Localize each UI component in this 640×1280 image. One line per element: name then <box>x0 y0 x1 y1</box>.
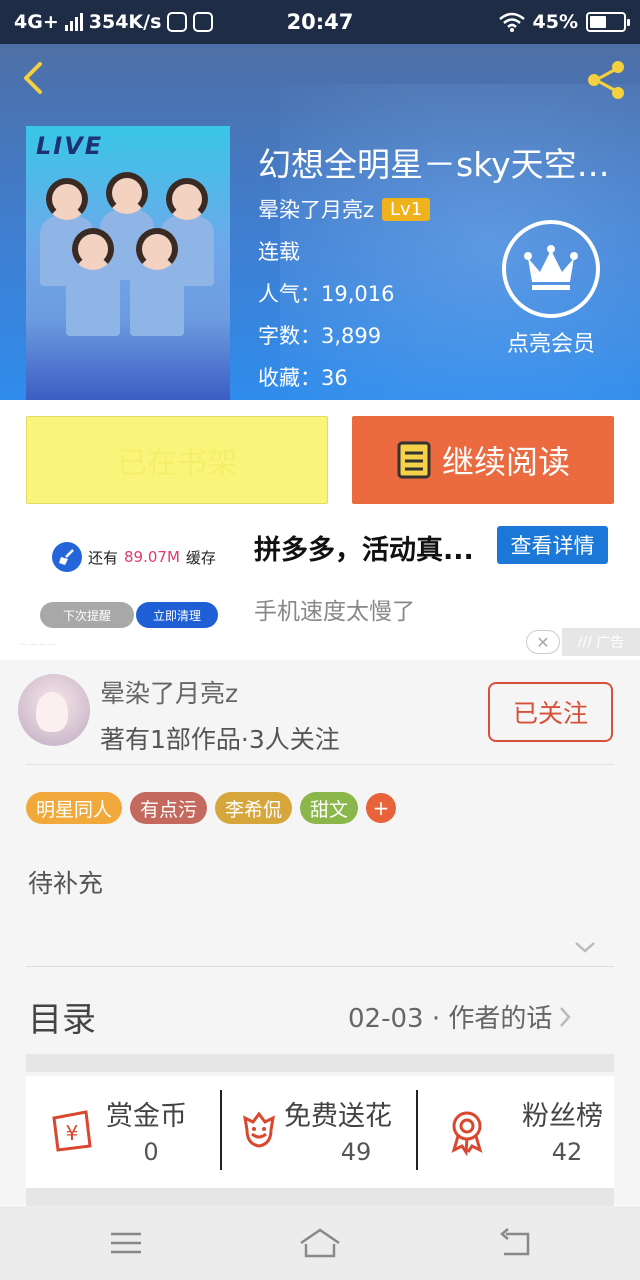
tag-item[interactable]: 李希侃 <box>215 792 293 824</box>
divider <box>26 966 614 967</box>
favorites-count: 收藏：36 <box>258 366 348 390</box>
stats-panel: ¥ 赏金币 0 免费送花 49 粉丝榜 42 <box>26 1076 614 1188</box>
ad-title[interactable]: 拼多多，活动真... <box>254 528 474 567</box>
system-nav-bar <box>0 1206 640 1280</box>
chevron-left-icon <box>24 62 42 94</box>
battery-percent: 45% <box>532 11 578 33</box>
battery-icon <box>586 12 630 32</box>
ad-subtitle: 手机速度太慢了 <box>254 599 415 625</box>
word-count: 字数：3,899 <box>258 324 382 348</box>
reward-coins-button[interactable]: ¥ 赏金币 0 <box>46 1076 226 1188</box>
share-button[interactable] <box>582 56 630 104</box>
latest-chapter-link[interactable]: 02-03 · 作者的话 <box>348 998 572 1035</box>
divider <box>416 1090 418 1170</box>
status-right: 45% <box>498 11 630 33</box>
book-icon <box>397 441 431 479</box>
author-line: 晕染了月亮z Lv1 <box>258 194 431 224</box>
home-icon <box>300 1228 340 1258</box>
tag-list: 明星同人 有点污 李希侃 甜文 + <box>26 792 397 824</box>
back-nav-button[interactable] <box>498 1226 534 1260</box>
section-separator <box>26 1054 614 1072</box>
return-icon <box>500 1228 530 1256</box>
close-ad-button[interactable]: ✕ <box>526 630 560 654</box>
book-description: 待补充 <box>28 869 104 898</box>
tag-item[interactable]: 明星同人 <box>26 792 123 824</box>
ad-banner[interactable]: 还有 89.07M 缓存 下次提醒 立即清理 ···· ···· ···· ····… <box>0 520 640 660</box>
ad-fine-print: ···· ···· ···· ···· <box>20 642 57 649</box>
author-summary: 著有1部作品·3人关注 <box>100 725 340 754</box>
cache-suffix: 缓存 <box>185 548 216 567</box>
battery-fill <box>590 16 607 28</box>
cache-info: 还有 89.07M 缓存 <box>52 542 216 572</box>
medal-icon <box>451 1111 483 1156</box>
status-bar: 4G+ 354K/s 20:47 45% <box>0 0 640 44</box>
menu-icon <box>111 1232 141 1254</box>
book-cover[interactable]: LIVE <box>26 126 230 400</box>
view-details-button[interactable]: 查看详情 <box>497 526 608 564</box>
red-envelope-icon: ¥ <box>52 1110 92 1152</box>
add-tag-button[interactable]: + <box>366 793 397 823</box>
chevron-right-icon <box>560 1006 572 1027</box>
back-button[interactable] <box>14 58 54 98</box>
popularity-count: 人气：19,016 <box>258 282 395 306</box>
continue-reading-label: 继续阅读 <box>441 443 570 481</box>
bookshelf-button[interactable]: 已在书架 <box>26 416 328 504</box>
send-flowers-button[interactable]: 免费送花 49 <box>234 1076 424 1188</box>
stat-label: 赏金币 <box>106 1101 187 1132</box>
cache-prefix: 还有 <box>88 548 119 567</box>
section-separator <box>26 1188 614 1206</box>
broom-icon <box>52 542 82 572</box>
stat-value: 0 <box>143 1138 159 1166</box>
home-button[interactable] <box>298 1226 342 1260</box>
stat-label: 免费送花 <box>284 1101 392 1132</box>
close-icon: ✕ <box>536 632 550 652</box>
stat-label: 粉丝榜 <box>522 1101 603 1132</box>
flower-icon <box>243 1111 275 1148</box>
avatar[interactable] <box>18 674 90 746</box>
menu-button[interactable] <box>108 1226 144 1260</box>
stat-value: 42 <box>551 1138 583 1166</box>
ad-label: ///广告 <box>562 628 640 656</box>
svg-text:¥: ¥ <box>66 1121 79 1145</box>
serial-status: 连载 <box>258 240 300 264</box>
latest-chapter: 02-03 · 作者的话 <box>348 1004 553 1034</box>
chevron-down-icon[interactable] <box>574 938 596 956</box>
vip-label: 点亮会员 <box>506 332 595 357</box>
level-badge: Lv1 <box>382 197 431 221</box>
toc-title[interactable]: 目录 <box>28 992 96 1041</box>
cache-amount: 89.07M <box>124 548 180 566</box>
book-header: LIVE 幻想全明星－sky天空少... 晕染了月亮z Lv1 连载 人气：19… <box>0 44 640 400</box>
tag-item[interactable]: 有点污 <box>130 792 208 824</box>
clean-now-button[interactable]: 立即清理 <box>136 602 218 628</box>
stat-value: 49 <box>340 1138 372 1166</box>
cover-art-lettering: LIVE <box>36 132 104 160</box>
remind-later-button[interactable]: 下次提醒 <box>40 602 134 628</box>
crown-icon <box>502 220 600 318</box>
author-name[interactable]: 晕染了月亮z <box>258 194 374 224</box>
wifi-icon <box>498 12 525 32</box>
tag-item[interactable]: 甜文 <box>300 792 359 824</box>
divider <box>26 764 614 765</box>
ad-tag-text: 广告 <box>596 635 625 651</box>
ad-logo-icon: /// <box>577 634 593 650</box>
follow-button[interactable]: 已关注 <box>488 682 613 742</box>
share-icon <box>588 61 624 99</box>
author-section: 晕染了月亮z 著有1部作品·3人关注 已关注 明星同人 有点污 李希侃 甜文 +… <box>0 660 640 1205</box>
fan-ranking-button[interactable]: 粉丝榜 42 <box>442 1076 614 1188</box>
author-section-name[interactable]: 晕染了月亮z <box>100 674 238 710</box>
continue-reading-button[interactable]: 继续阅读 <box>352 416 614 504</box>
divider <box>220 1090 222 1170</box>
book-title: 幻想全明星－sky天空少... <box>258 145 628 184</box>
vip-button[interactable]: 点亮会员 <box>496 220 606 358</box>
